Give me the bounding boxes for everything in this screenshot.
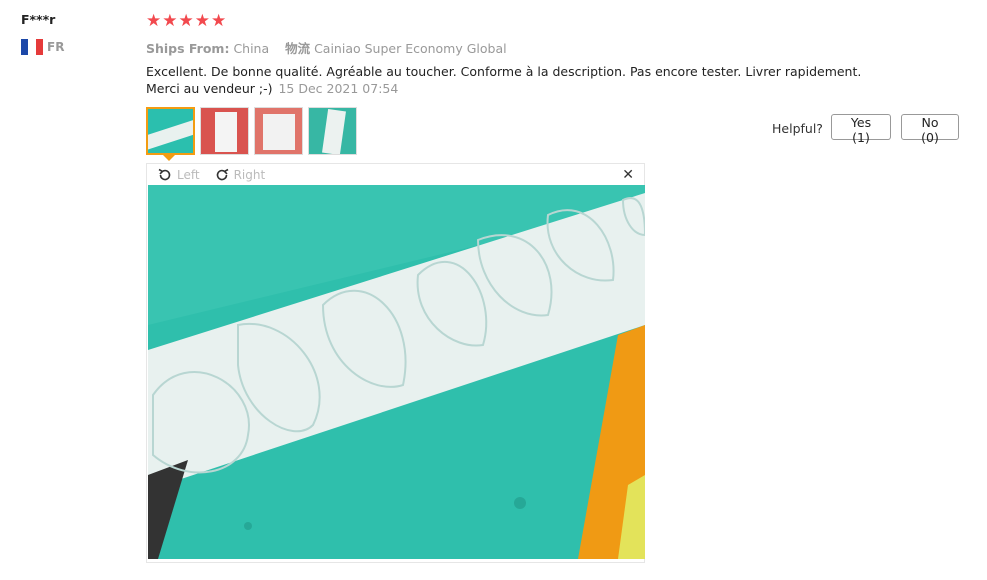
helpful-yes-button[interactable]: Yes (1) — [831, 114, 891, 145]
photo-viewer: Left Right ✕ — [146, 163, 645, 563]
reviewer-name: F***r — [21, 12, 56, 27]
france-flag-icon — [21, 39, 43, 55]
viewer-toolbar: Left Right — [147, 164, 644, 185]
star-rating: ★ ★ ★ ★ ★ — [146, 12, 226, 30]
rotate-right-icon — [216, 168, 228, 180]
country-code: FR — [47, 40, 65, 54]
review-content: Excellent. De bonne qualité. Agréable au… — [146, 63, 866, 97]
review-photo — [148, 185, 645, 559]
star-icon: ★ — [178, 11, 194, 31]
helpful-label: Helpful? — [772, 121, 823, 136]
logistics-label: 物流 — [285, 41, 311, 56]
rotate-left-label: Left — [177, 167, 200, 182]
photo-thumbnails — [146, 107, 357, 155]
rotate-right-label: Right — [233, 167, 266, 182]
active-thumbnail-caret — [163, 155, 175, 161]
logistics-value: Cainiao Super Economy Global — [314, 41, 507, 56]
star-icon: ★ — [194, 11, 210, 31]
photo-thumbnail[interactable] — [146, 107, 195, 155]
helpful-no-button[interactable]: No (0) — [901, 114, 959, 145]
photo-thumbnail[interactable] — [200, 107, 249, 155]
star-icon: ★ — [211, 11, 227, 31]
star-icon: ★ — [146, 11, 162, 31]
review-date: 15 Dec 2021 07:54 — [278, 81, 399, 96]
rotate-left-button[interactable]: Left — [157, 167, 200, 183]
shipping-info: Ships From: China 物流 Cainiao Super Econo… — [146, 38, 507, 57]
rotate-right-button[interactable]: Right — [214, 167, 266, 183]
ships-from-label: Ships From: — [146, 41, 230, 56]
star-icon: ★ — [162, 11, 178, 31]
photo-thumbnail[interactable] — [308, 107, 357, 155]
photo-thumbnail[interactable] — [254, 107, 303, 155]
rotate-left-icon — [158, 168, 171, 180]
review-text: Excellent. De bonne qualité. Agréable au… — [146, 64, 862, 96]
close-icon[interactable]: ✕ — [622, 167, 634, 183]
reviewer-country: FR — [21, 39, 64, 55]
ships-from-value: China — [233, 41, 270, 56]
